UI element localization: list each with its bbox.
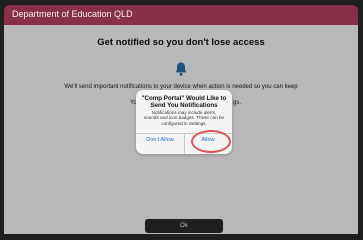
- device-bezel-left: [0, 0, 4, 240]
- alert-title: "Comp Portal" Would Like to Send You Not…: [136, 95, 232, 109]
- alert-message-line-3: configured in Settings.: [161, 120, 207, 126]
- alert-message: Notifications may include alerts, sounds…: [142, 110, 226, 126]
- allow-highlight-circle: [191, 130, 231, 153]
- device-bezel-bottom: [0, 234, 363, 240]
- alert-title-line-1: "Comp Portal" Would Like to: [141, 95, 227, 102]
- page-title: Get notified so you don't lose access: [97, 37, 265, 48]
- app-header-visible: Department of Education QLD: [4, 5, 358, 25]
- ipad-screen: Get notified so you don't lose access We…: [0, 0, 363, 240]
- header-title-visible: Department of Education QLD: [12, 9, 133, 19]
- bell-icon: [174, 61, 188, 77]
- device-bezel-right: [358, 0, 363, 240]
- alert-title-line-2: Send You Notifications: [150, 102, 218, 109]
- body-text-line-2-end: gs.: [233, 100, 242, 106]
- ok-button[interactable]: Ok: [145, 219, 223, 233]
- dont-allow-button[interactable]: Don't Allow: [136, 137, 184, 143]
